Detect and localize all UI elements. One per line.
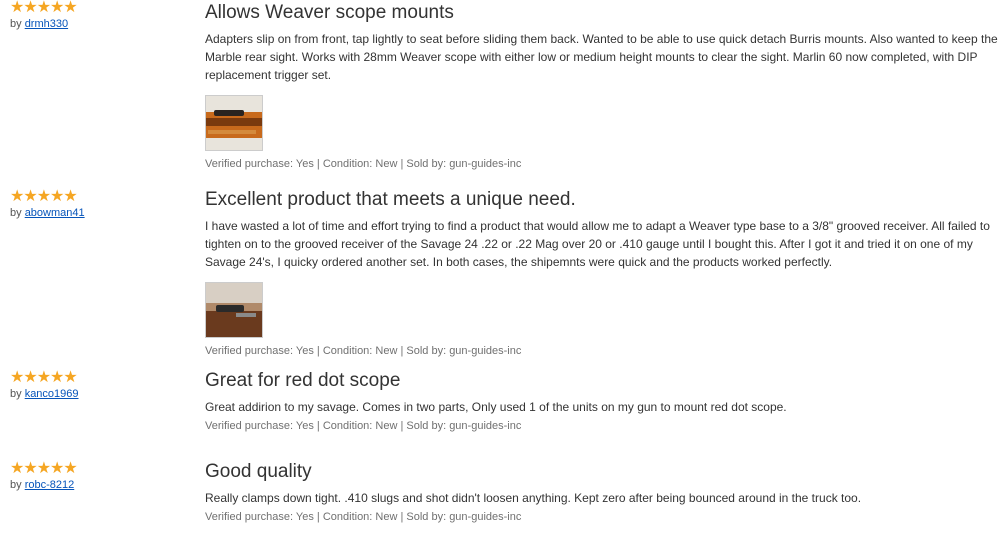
review-photo-thumbnail[interactable]: [205, 282, 263, 338]
star-icon: ★: [10, 0, 24, 16]
review-footer: Verified purchase: Yes | Condition: New …: [205, 511, 522, 523]
review-title: Allows Weaver scope mounts: [205, 2, 454, 23]
review-meta: ★ ★ ★ ★ ★ by drmh330: [10, 0, 190, 30]
author-link[interactable]: robc-8212: [25, 479, 75, 491]
review-title: Good quality: [205, 461, 312, 482]
star-icon: ★: [63, 0, 77, 16]
star-icon: ★: [36, 188, 51, 205]
author-link[interactable]: abowman41: [25, 207, 85, 219]
star-icon: ★: [50, 369, 64, 386]
star-icon: ★: [23, 0, 37, 16]
review-author-line: by robc-8212: [10, 479, 190, 491]
by-label: by: [10, 18, 25, 30]
review-content: Great for red dot scope Great addirion t…: [205, 370, 1003, 433]
author-link[interactable]: kanco1969: [25, 388, 79, 400]
review-footer: Verified purchase: Yes | Condition: New …: [205, 420, 522, 432]
star-icon: ★: [23, 369, 37, 386]
review-footer: Verified purchase: Yes | Condition: New …: [205, 345, 522, 357]
by-label: by: [10, 479, 25, 491]
star-icon: ★: [23, 460, 37, 477]
review-footer: Verified purchase: Yes | Condition: New …: [205, 158, 522, 170]
star-icon: ★: [50, 0, 64, 16]
star-rating: ★ ★ ★ ★ ★: [10, 461, 190, 477]
review-photo-thumbnail[interactable]: [205, 95, 263, 151]
star-icon: ★: [10, 188, 24, 205]
review-body: Adapters slip on from front, tap lightly…: [205, 32, 998, 82]
review-author-line: by kanco1969: [10, 388, 190, 400]
star-icon: ★: [63, 460, 77, 477]
rifle-photo: [206, 96, 262, 150]
review-body: Great addirion to my savage. Comes in tw…: [205, 400, 787, 414]
review-meta: ★ ★ ★ ★ ★ by abowman41: [10, 189, 190, 220]
review-content: Allows Weaver scope mounts Adapters slip…: [205, 2, 1003, 171]
rifle-photo: [206, 283, 262, 337]
star-icon: ★: [50, 188, 64, 205]
star-rating: ★ ★ ★ ★ ★: [10, 0, 190, 16]
by-label: by: [10, 207, 25, 219]
star-icon: ★: [36, 460, 51, 477]
star-icon: ★: [36, 369, 51, 386]
star-icon: ★: [50, 460, 64, 477]
star-rating: ★ ★ ★ ★ ★: [10, 370, 190, 386]
author-link[interactable]: drmh330: [25, 18, 68, 30]
by-label: by: [10, 388, 25, 400]
review-author-line: by drmh330: [10, 18, 190, 30]
review-title: Excellent product that meets a unique ne…: [205, 189, 576, 210]
review-meta: ★ ★ ★ ★ ★ by robc-8212: [10, 461, 190, 492]
star-icon: ★: [63, 369, 77, 386]
review-meta: ★ ★ ★ ★ ★ by kanco1969: [10, 370, 190, 401]
review-body: I have wasted a lot of time and effort t…: [205, 219, 990, 269]
star-icon: ★: [23, 188, 37, 205]
star-icon: ★: [10, 460, 24, 477]
review-body: Really clamps down tight. .410 slugs and…: [205, 491, 862, 505]
review-title: Great for red dot scope: [205, 370, 401, 391]
review-author-line: by abowman41: [10, 207, 190, 219]
star-icon: ★: [36, 0, 51, 16]
star-rating: ★ ★ ★ ★ ★: [10, 189, 190, 205]
star-icon: ★: [10, 369, 24, 386]
review-content: Excellent product that meets a unique ne…: [205, 189, 1003, 358]
review-content: Good quality Really clamps down tight. .…: [205, 461, 1003, 524]
star-icon: ★: [63, 188, 77, 205]
